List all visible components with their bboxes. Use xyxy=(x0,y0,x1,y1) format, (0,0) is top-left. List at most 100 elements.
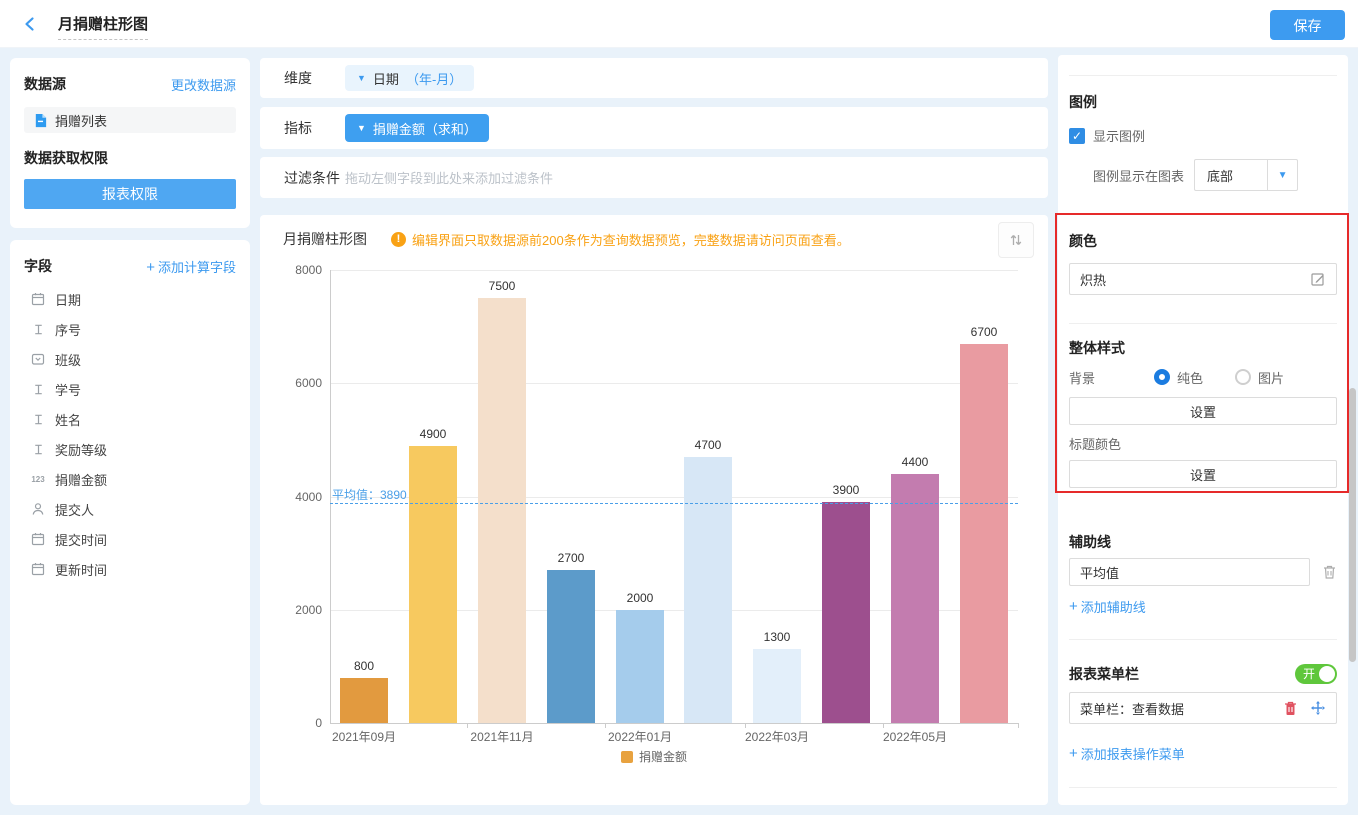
field-item[interactable]: 日期 xyxy=(24,284,236,314)
legend-item[interactable]: 捐赠金额 xyxy=(620,748,687,765)
metric-row: 指标 ▼ 捐赠金额（求和） xyxy=(260,107,1048,149)
edit-icon[interactable] xyxy=(1310,271,1326,287)
field-item[interactable]: 姓名 xyxy=(24,404,236,434)
title-color-label: 标题颜色 xyxy=(1069,437,1122,452)
y-axis-tick-label: 0 xyxy=(315,716,322,730)
field-item[interactable]: 班级 xyxy=(24,344,236,374)
field-label: 捐赠金额 xyxy=(55,472,108,488)
bar xyxy=(960,343,1008,723)
datasource-item[interactable]: 捐赠列表 xyxy=(24,107,236,133)
bar-value-label: 2700 xyxy=(557,551,585,566)
menu-toggle[interactable]: 开 xyxy=(1295,664,1337,684)
metric-value: 捐赠金额（求和） xyxy=(372,121,477,137)
field-label: 序号 xyxy=(55,322,82,338)
field-item[interactable]: 更新时间 xyxy=(24,554,236,584)
back-icon[interactable] xyxy=(22,16,38,32)
person-icon xyxy=(30,501,46,517)
toggle-on-label: 开 xyxy=(1303,667,1316,681)
legend-swatch xyxy=(620,750,633,763)
metric-label: 指标 xyxy=(284,120,312,136)
field-item[interactable]: 序号 xyxy=(24,314,236,344)
datasource-title: 数据源 xyxy=(24,76,66,92)
background-label: 背景 xyxy=(1069,370,1096,386)
menu-section-title: 报表菜单栏 xyxy=(1069,666,1139,682)
field-item[interactable]: 学号 xyxy=(24,374,236,404)
save-button[interactable]: 保存 xyxy=(1270,10,1345,40)
bar-value-label: 800 xyxy=(353,658,375,673)
divider xyxy=(1069,75,1337,76)
trash-icon[interactable] xyxy=(1322,564,1337,580)
chart-card: 月捐赠柱形图 ! 编辑界面只取数据源前200条作为查询数据预览，完整数据请访问页… xyxy=(260,215,1048,805)
document-icon xyxy=(32,112,48,128)
dimension-value: 日期 xyxy=(372,71,399,87)
field-item[interactable]: 123 捐赠金额 xyxy=(24,464,236,494)
scrollbar-thumb[interactable] xyxy=(1349,388,1356,662)
add-calc-field-link[interactable]: + 添加计算字段 xyxy=(146,257,236,276)
bar xyxy=(478,298,526,723)
background-option[interactable]: 图片 xyxy=(1235,368,1284,387)
calendar-icon xyxy=(30,531,46,547)
fields-title: 字段 xyxy=(24,258,52,274)
text-icon xyxy=(30,321,46,337)
y-axis-tick-label: 2000 xyxy=(295,602,322,617)
bar xyxy=(616,609,664,723)
add-guide-line-link[interactable]: + 添加辅助线 xyxy=(1069,597,1337,616)
dimension-pill[interactable]: ▼ 日期 （年-月） xyxy=(345,65,475,91)
move-icon[interactable] xyxy=(1310,700,1326,716)
calendar-icon xyxy=(30,291,46,307)
field-label: 更新时间 xyxy=(55,562,108,578)
bar xyxy=(547,570,595,723)
background-options: 纯色 图片 xyxy=(1154,368,1284,387)
field-label: 提交时间 xyxy=(55,532,108,548)
legend-position-value: 底部 xyxy=(1207,168,1234,184)
toggle-knob xyxy=(1319,666,1335,682)
field-label: 日期 xyxy=(55,292,82,308)
x-axis-tick-label: 2022年01月 xyxy=(607,730,673,744)
color-section-title: 颜色 xyxy=(1069,233,1097,249)
show-legend-checkbox[interactable]: ✓ xyxy=(1069,127,1085,144)
add-menu-link[interactable]: + 添加报表操作菜单 xyxy=(1069,744,1337,763)
caret-down-icon: ▼ xyxy=(357,72,366,83)
dimension-label: 维度 xyxy=(284,70,312,86)
field-label: 提交人 xyxy=(55,502,95,518)
color-scheme-input[interactable]: 炽热 xyxy=(1069,263,1337,295)
select-icon xyxy=(30,351,46,367)
calendar-icon xyxy=(30,561,46,577)
report-permission-button[interactable]: 报表权限 xyxy=(24,179,236,209)
background-settings-button[interactable]: 设置 xyxy=(1069,397,1337,425)
app-window: 月捐赠柱形图 保存 数据源 更改数据源 捐赠列表 数据获取权限 报表权限 字段 … xyxy=(0,0,1358,815)
field-item[interactable]: 提交人 xyxy=(24,494,236,524)
menu-item-row[interactable]: 菜单栏：查看数据 xyxy=(1069,692,1337,724)
bar-value-label: 7500 xyxy=(488,279,516,294)
delete-icon[interactable] xyxy=(1283,700,1298,716)
chevron-down-icon: ▼ xyxy=(1267,160,1297,190)
legend-section-title: 图例 xyxy=(1069,94,1097,110)
bar xyxy=(822,502,870,723)
text-icon xyxy=(30,411,46,427)
chart-plot: 0 2000 4000 6000 8000 800 4900 7500 2700 2000 4700… xyxy=(260,215,1048,805)
legend-label: 捐赠金额 xyxy=(638,750,687,764)
color-scheme-value: 炽热 xyxy=(1080,272,1107,288)
number-icon: 123 xyxy=(31,474,45,484)
filter-row[interactable]: 过滤条件 拖动左侧字段到此处来添加过滤条件 xyxy=(260,157,1048,198)
title-color-settings-button[interactable]: 设置 xyxy=(1069,460,1337,488)
bar xyxy=(409,445,457,723)
text-icon xyxy=(30,381,46,397)
guide-line-input[interactable]: 平均值 xyxy=(1069,558,1310,586)
chart-legend: 捐赠金额 xyxy=(260,748,1048,765)
background-option[interactable]: 纯色 xyxy=(1154,368,1203,387)
bar xyxy=(340,677,388,723)
metric-pill[interactable]: ▼ 捐赠金额（求和） xyxy=(345,114,489,142)
x-axis-tick-label: 2022年03月 xyxy=(744,730,810,744)
legend-position-select[interactable]: 底部 ▼ xyxy=(1194,159,1299,191)
field-item[interactable]: 奖励等级 xyxy=(24,434,236,464)
filter-label: 过滤条件 xyxy=(284,169,340,186)
permission-title: 数据获取权限 xyxy=(24,150,108,166)
change-datasource-link[interactable]: 更改数据源 xyxy=(171,75,236,94)
bar-value-label: 4700 xyxy=(694,437,722,452)
plus-icon: + xyxy=(146,258,155,276)
field-item[interactable]: 提交时间 xyxy=(24,524,236,554)
top-bar: 月捐赠柱形图 保存 xyxy=(0,0,1358,48)
average-reference-line xyxy=(330,502,1018,504)
plus-icon: + xyxy=(1069,745,1078,762)
